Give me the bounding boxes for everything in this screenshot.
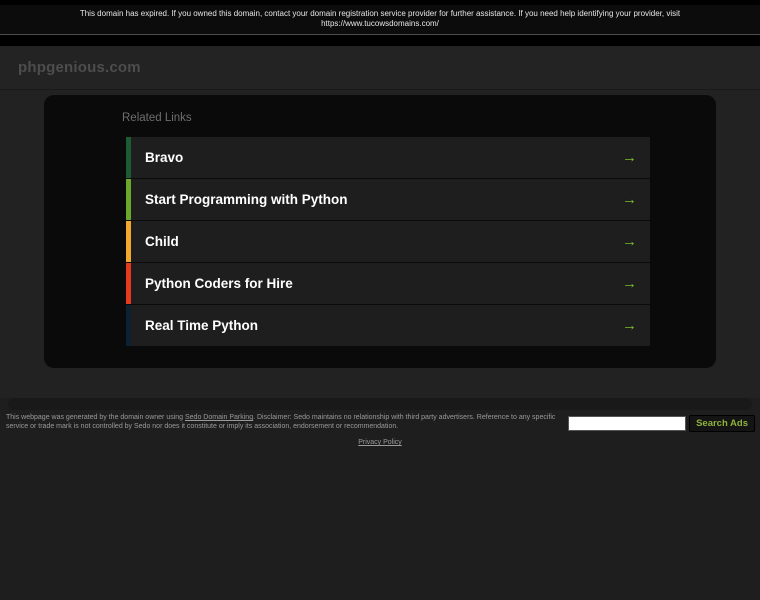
related-link-label: Start Programming with Python	[145, 192, 348, 207]
privacy-policy-link[interactable]: Privacy Policy	[358, 439, 402, 446]
domain-name: phpgenious.com	[18, 59, 141, 76]
search-ads-button[interactable]: Search Ads	[689, 415, 755, 432]
related-link-row[interactable]: Real Time Python →	[126, 305, 650, 346]
related-link-label: Real Time Python	[145, 318, 259, 333]
arrow-right-icon: →	[622, 275, 637, 292]
arrow-right-icon: →	[622, 317, 637, 334]
search-input[interactable]	[568, 416, 687, 431]
search-zone: Search Ads	[568, 413, 755, 432]
related-links-title: Related Links	[122, 112, 192, 124]
related-link-row[interactable]: Child →	[126, 221, 650, 262]
related-link-row[interactable]: Python Coders for Hire →	[126, 263, 650, 304]
related-links-list: Bravo → Start Programming with Python → …	[126, 137, 650, 346]
related-link-label: Python Coders for Hire	[145, 276, 293, 291]
expired-domain-notice: This domain has expired. If you owned th…	[0, 5, 760, 35]
related-link-label: Child	[145, 234, 179, 249]
related-links-card: Related Links Bravo → Start Programming …	[44, 95, 716, 368]
sedo-domain-parking-link[interactable]: Sedo Domain Parking	[185, 414, 253, 421]
arrow-right-icon: →	[622, 191, 637, 208]
main-area: Related Links Bravo → Start Programming …	[0, 90, 760, 398]
related-link-label: Bravo	[145, 150, 184, 165]
footer-content: This webpage was generated by the domain…	[0, 410, 760, 432]
disclaimer-text-prefix: This webpage was generated by the domain…	[6, 414, 185, 421]
footer: This webpage was generated by the domain…	[0, 398, 760, 600]
related-link-row[interactable]: Start Programming with Python →	[126, 179, 650, 220]
privacy-row: Privacy Policy	[0, 439, 760, 446]
arrow-right-icon: →	[622, 233, 637, 250]
sedo-disclaimer: This webpage was generated by the domain…	[6, 413, 568, 431]
footer-curve	[8, 398, 752, 410]
expired-domain-notice-text: This domain has expired. If you owned th…	[79, 9, 681, 28]
related-link-row[interactable]: Bravo →	[126, 137, 650, 178]
domain-header: phpgenious.com	[0, 46, 760, 90]
header-gap	[0, 35, 760, 46]
arrow-right-icon: →	[622, 149, 637, 166]
